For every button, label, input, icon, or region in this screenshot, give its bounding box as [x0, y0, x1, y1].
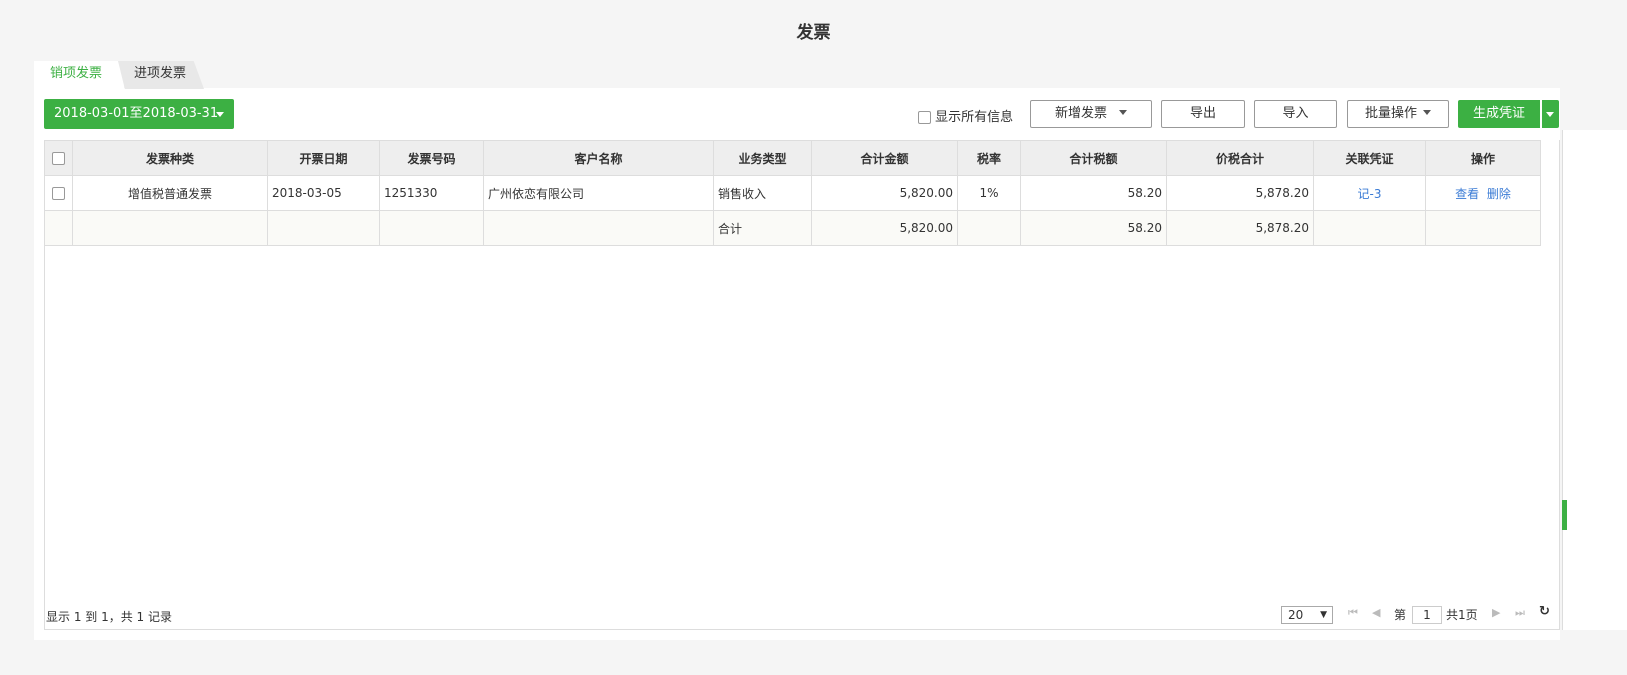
col-header[interactable]: 发票种类: [72, 140, 268, 176]
cell-number: 1251330: [379, 175, 484, 211]
generate-voucher-dropdown[interactable]: [1542, 100, 1559, 128]
new-invoice-button[interactable]: 新增发票: [1030, 100, 1152, 128]
col-header[interactable]: 关联凭证: [1313, 140, 1426, 176]
summary-amount: 5,820.00: [811, 210, 958, 246]
first-page-icon[interactable]: ⏮: [1348, 606, 1358, 620]
generate-voucher-button[interactable]: 生成凭证: [1458, 100, 1540, 128]
last-page-icon[interactable]: ⏭: [1515, 606, 1525, 620]
col-header[interactable]: 开票日期: [267, 140, 380, 176]
tab-purchase-invoice[interactable]: 进项发票: [118, 61, 204, 89]
batch-operation-button[interactable]: 批量操作: [1347, 100, 1449, 128]
tab-sales-invoice[interactable]: 销项发票: [34, 61, 124, 89]
page-total: 共1页: [1446, 608, 1478, 622]
view-link[interactable]: 查看: [1455, 187, 1479, 201]
cell-type: 增值税普通发票: [72, 175, 268, 211]
batch-label: 批量操作: [1364, 106, 1417, 121]
chevron-down-icon: ▼: [1320, 610, 1327, 620]
caret-down-icon: [1423, 110, 1431, 119]
date-range-label: 2018-03-01至2018-03-31: [54, 106, 219, 121]
next-page-icon[interactable]: ▶: [1492, 606, 1500, 619]
table-row: 增值税普通发票 2018-03-05 1251330 广州依恋有限公司 销售收入…: [44, 175, 1541, 211]
page-size-value: 20: [1288, 608, 1304, 622]
cell-voucher: 记-3: [1313, 175, 1426, 211]
delete-link[interactable]: 删除: [1487, 187, 1511, 201]
voucher-link[interactable]: 记-3: [1358, 187, 1382, 201]
cell-date: 2018-03-05: [267, 175, 380, 211]
col-header[interactable]: 税率: [957, 140, 1021, 176]
cell-actions: 查看 删除: [1425, 175, 1541, 211]
new-invoice-label: 新增发票: [1054, 106, 1107, 121]
show-all-checkbox[interactable]: 显示所有信息: [918, 106, 1013, 125]
record-count: 显示 1 到 1，共 1 记录: [46, 610, 172, 624]
summary-tax: 58.20: [1020, 210, 1167, 246]
prev-page-icon[interactable]: ◀: [1372, 606, 1380, 619]
table-header-row: 发票种类 开票日期 发票号码 客户名称 业务类型 合计金额 税率 合计税额 价税…: [44, 140, 1541, 176]
col-header[interactable]: 价税合计: [1166, 140, 1314, 176]
col-header[interactable]: 合计税额: [1020, 140, 1167, 176]
side-panel-handle[interactable]: [1562, 500, 1567, 530]
caret-down-icon: [1119, 110, 1127, 119]
refresh-icon[interactable]: ↻: [1539, 604, 1550, 619]
page-prefix: 第: [1394, 608, 1407, 622]
cell-total: 5,878.20: [1166, 175, 1314, 211]
cell-tax: 58.20: [1020, 175, 1167, 211]
select-all-checkbox[interactable]: [44, 140, 73, 176]
summary-total: 5,878.20: [1166, 210, 1314, 246]
summary-label: 合计: [713, 210, 812, 246]
page-size-select[interactable]: 20 ▼: [1281, 606, 1333, 624]
col-header: 操作: [1425, 140, 1541, 176]
col-header[interactable]: 合计金额: [811, 140, 958, 176]
cell-customer: 广州依恋有限公司: [483, 175, 714, 211]
cell-rate: 1%: [957, 175, 1021, 211]
show-all-label: 显示所有信息: [935, 110, 1014, 125]
col-header[interactable]: 业务类型: [713, 140, 812, 176]
side-panel: [1562, 130, 1627, 630]
export-button[interactable]: 导出: [1161, 100, 1245, 128]
cell-business: 销售收入: [713, 175, 812, 211]
checkbox-icon: [918, 111, 931, 124]
page-input[interactable]: 1: [1412, 606, 1442, 624]
summary-row: 合计 5,820.00 58.20 5,878.20: [44, 210, 1541, 246]
invoice-table: 发票种类 开票日期 发票号码 客户名称 业务类型 合计金额 税率 合计税额 价税…: [44, 140, 1541, 246]
import-button[interactable]: 导入: [1254, 100, 1337, 128]
row-checkbox[interactable]: [44, 175, 73, 211]
col-header[interactable]: 客户名称: [483, 140, 714, 176]
col-header[interactable]: 发票号码: [379, 140, 484, 176]
caret-down-icon: [216, 112, 224, 121]
date-range-dropdown[interactable]: 2018-03-01至2018-03-31: [44, 99, 234, 129]
page-title: 发票: [796, 23, 831, 43]
cell-amount: 5,820.00: [811, 175, 958, 211]
